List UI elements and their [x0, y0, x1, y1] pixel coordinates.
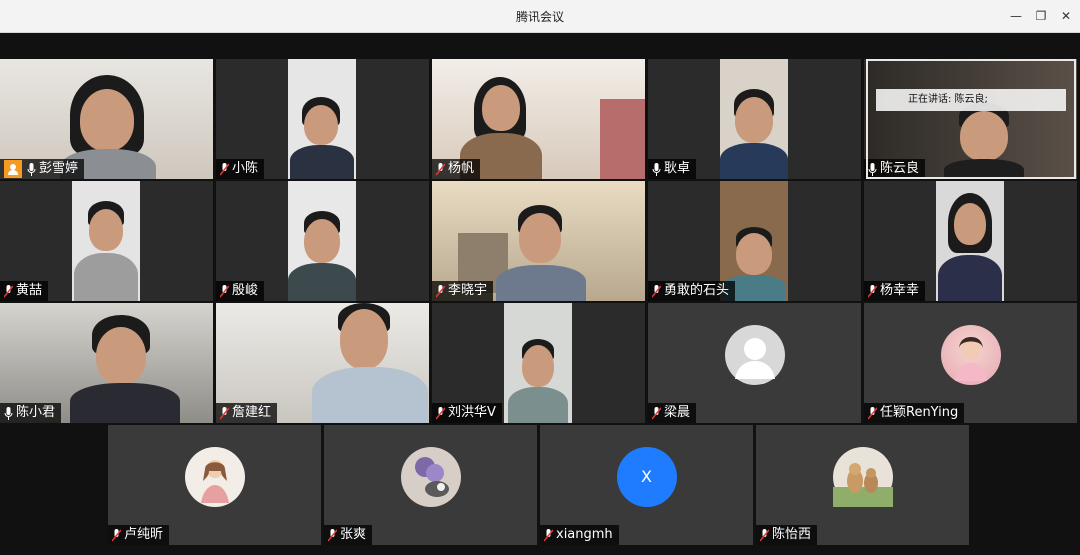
mic-icon: [652, 162, 661, 176]
mic-muted-icon: [220, 162, 229, 175]
mic-muted-icon: [868, 284, 877, 297]
participant-name: 李晓宇: [448, 283, 488, 298]
participant-name-tag: 杨帆: [432, 159, 481, 179]
speaking-indicator: 正在讲话: 陈云良;: [876, 89, 1066, 111]
mic-muted-icon: [436, 284, 445, 297]
participant-name-tag: 张爽: [324, 525, 373, 545]
participant-tile[interactable]: 彭雪婷: [0, 59, 213, 179]
participant-tile[interactable]: 刘洪华V: [432, 303, 645, 423]
participant-name-tag: 黄喆: [0, 281, 49, 301]
participant-tile[interactable]: 李晓宇: [432, 181, 645, 301]
participant-name-tag: 梁晨: [648, 403, 697, 423]
participant-name: 耿卓: [664, 161, 691, 176]
mic-icon: [4, 406, 13, 420]
participant-tile[interactable]: X xiangmh: [540, 425, 753, 545]
participant-name: 黄喆: [16, 283, 43, 298]
participant-tile[interactable]: 梁晨: [648, 303, 861, 423]
participant-name: 梁晨: [664, 405, 691, 420]
title-bar: 腾讯会议 — ❐ ✕: [0, 0, 1080, 33]
profile-avatar: [400, 447, 461, 507]
participant-tile[interactable]: 杨幸幸: [864, 181, 1077, 301]
mic-muted-icon: [868, 406, 877, 419]
participant-tile[interactable]: 黄喆: [0, 181, 213, 301]
close-icon[interactable]: ✕: [1056, 6, 1076, 26]
mic-muted-icon: [544, 528, 553, 541]
mic-icon: [27, 162, 36, 176]
mic-muted-icon: [220, 284, 229, 297]
mic-muted-icon: [436, 162, 445, 175]
default-avatar-icon: [724, 325, 785, 385]
mic-muted-icon: [328, 528, 337, 541]
mic-muted-icon: [652, 284, 661, 297]
participant-name-tag: 李晓宇: [432, 281, 494, 301]
profile-avatar: [184, 447, 245, 507]
participant-tile[interactable]: 陈怡西: [756, 425, 969, 545]
participant-name: 詹建红: [232, 405, 272, 420]
participant-tile[interactable]: 耿卓: [648, 59, 861, 179]
participant-name-tag: 小陈: [216, 159, 265, 179]
video-grid: 彭雪婷 小陈 杨帆 耿卓 陈云良 正在讲话: 陈云良; 黄喆 殷峻 李晓宇 勇敢…: [0, 33, 1080, 555]
participant-name: 张爽: [340, 527, 367, 542]
mic-muted-icon: [436, 406, 445, 419]
participant-tile[interactable]: 张爽: [324, 425, 537, 545]
participant-name: 杨帆: [448, 161, 475, 176]
participant-name-tag: 勇敢的石头: [648, 281, 736, 301]
participant-name-tag: 耿卓: [648, 159, 697, 179]
mic-muted-icon: [4, 284, 13, 297]
participant-name: 陈小君: [16, 405, 56, 420]
restore-icon[interactable]: ❐: [1031, 6, 1051, 26]
participant-name: 彭雪婷: [39, 161, 79, 176]
letter-avatar: X: [616, 447, 677, 507]
participant-tile[interactable]: 任颖RenYing: [864, 303, 1077, 423]
participant-tile[interactable]: 殷峻: [216, 181, 429, 301]
minimize-icon[interactable]: —: [1006, 6, 1026, 26]
host-icon: [4, 160, 22, 178]
participant-name: 杨幸幸: [880, 283, 920, 298]
participant-name: 任颖RenYing: [880, 405, 959, 420]
active-speaker-frame: 正在讲话: 陈云良;: [866, 59, 1076, 179]
participant-name-tag: 陈怡西: [756, 525, 818, 545]
participant-name-tag: 杨幸幸: [864, 281, 926, 301]
participant-name: 刘洪华V: [448, 405, 496, 420]
participant-name-tag: 殷峻: [216, 281, 265, 301]
participant-name-tag: 任颖RenYing: [864, 403, 965, 423]
participant-name-tag: 詹建红: [216, 403, 278, 423]
participant-name-tag: xiangmh: [540, 525, 619, 545]
participant-name: 小陈: [232, 161, 259, 176]
participant-name: xiangmh: [556, 527, 613, 542]
participant-name-tag: 彭雪婷: [0, 159, 85, 179]
participant-tile[interactable]: 詹建红: [216, 303, 429, 423]
profile-avatar: [832, 447, 893, 507]
participant-name-tag: 卢纯昕: [108, 525, 170, 545]
participant-tile[interactable]: 卢纯昕: [108, 425, 321, 545]
participant-name: 殷峻: [232, 283, 259, 298]
participant-name-tag: 刘洪华V: [432, 403, 502, 423]
participant-name: 勇敢的石头: [664, 283, 730, 298]
participant-tile[interactable]: 杨帆: [432, 59, 645, 179]
participant-tile[interactable]: 勇敢的石头: [648, 181, 861, 301]
participant-name: 卢纯昕: [124, 527, 164, 542]
mic-muted-icon: [760, 528, 769, 541]
mic-muted-icon: [220, 406, 229, 419]
profile-avatar: [940, 325, 1001, 385]
participant-name: 陈怡西: [772, 527, 812, 542]
participant-name-tag: 陈小君: [0, 403, 62, 423]
mic-muted-icon: [652, 406, 661, 419]
mic-muted-icon: [112, 528, 121, 541]
participant-tile[interactable]: 小陈: [216, 59, 429, 179]
participant-tile[interactable]: 陈小君: [0, 303, 213, 423]
window-title: 腾讯会议: [515, 10, 564, 24]
